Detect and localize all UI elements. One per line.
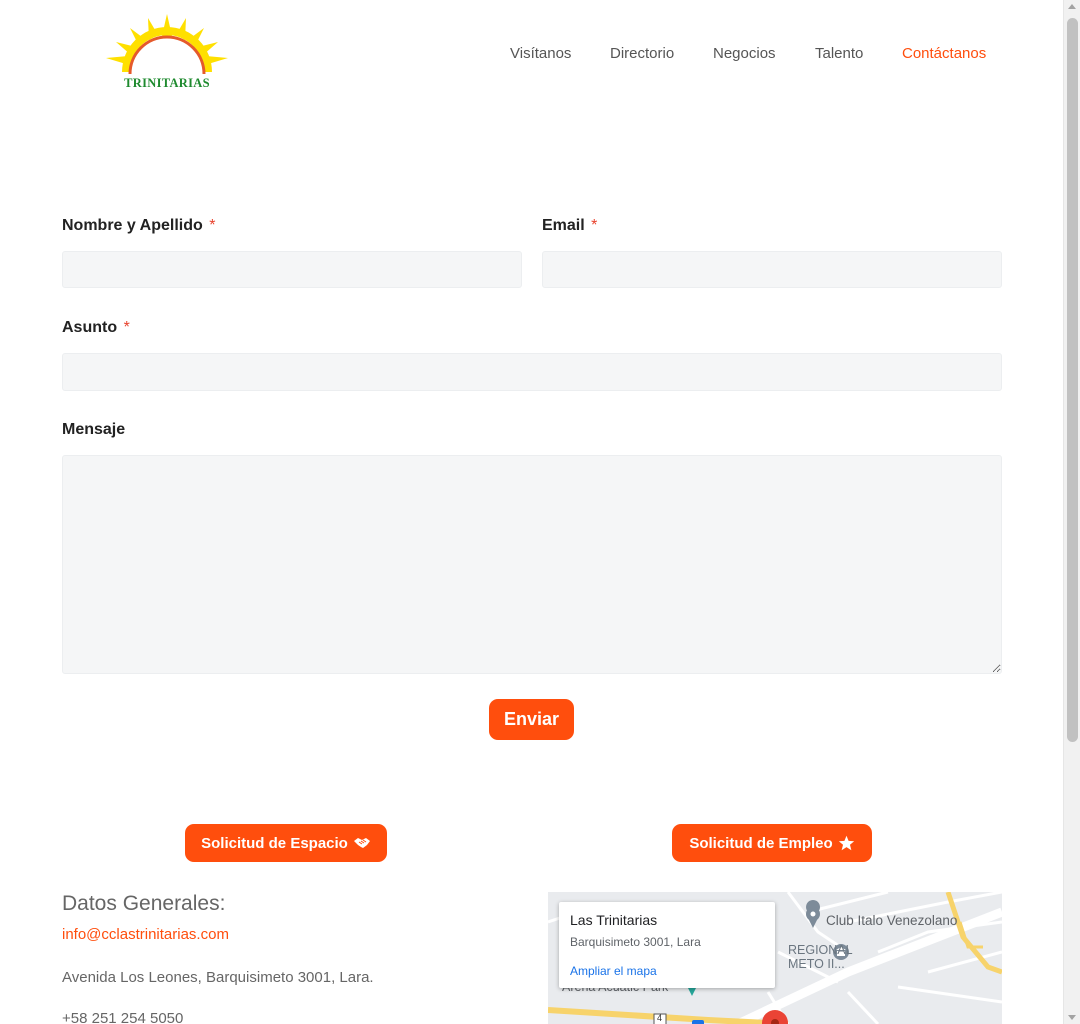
star-icon (838, 835, 854, 851)
solicitud-espacio-label: Solicitud de Espacio (201, 834, 348, 852)
email-field[interactable] (542, 251, 1002, 288)
submit-button[interactable]: Enviar (489, 699, 574, 740)
nav-item-contactanos[interactable]: Contáctanos (902, 45, 986, 62)
map-poi-regional-line2: METO II... (788, 957, 845, 971)
scroll-up-arrow-icon[interactable] (1068, 4, 1076, 9)
scrollbar-thumb[interactable] (1067, 18, 1078, 742)
map-expand-link[interactable]: Ampliar el mapa (570, 964, 657, 978)
map-road-number: 4 (657, 1013, 663, 1023)
solicitud-espacio-button[interactable]: Solicitud de Espacio (185, 824, 387, 862)
message-label: Mensaje (62, 421, 125, 439)
map-poi-club[interactable]: Club Italo Venezolano (826, 913, 957, 928)
sun-logo-icon (106, 14, 228, 75)
required-mark: * (123, 319, 130, 336)
submit-button-label: Enviar (503, 709, 560, 729)
subject-field[interactable] (62, 353, 1002, 391)
message-textarea[interactable] (62, 455, 1002, 674)
subject-label: Asunto * (62, 319, 130, 337)
site-logo[interactable]: TRINITARIAS (100, 14, 234, 94)
subject-label-text: Asunto (62, 319, 118, 336)
info-email-link[interactable]: info@cclastrinitarias.com (62, 926, 229, 943)
solicitud-empleo-label: Solicitud de Empleo (689, 834, 833, 852)
name-field[interactable] (62, 251, 522, 288)
map-place-address: Barquisimeto 3001, Lara (570, 935, 701, 949)
logo-text: TRINITARIAS (124, 76, 210, 90)
email-label: Email * (542, 217, 597, 235)
nav-item-negocios[interactable]: Negocios (713, 45, 776, 62)
map-place-name: Las Trinitarias (570, 912, 658, 928)
nav-item-visitanos[interactable]: Visítanos (510, 45, 571, 62)
required-mark: * (209, 217, 216, 234)
required-mark: * (591, 217, 598, 234)
info-title: Datos Generales: (62, 892, 226, 915)
email-label-text: Email (542, 217, 585, 234)
map-poi-regional-line1: REGIONAL (788, 943, 853, 957)
name-label: Nombre y Apellido * (62, 217, 215, 235)
name-label-text: Nombre y Apellido (62, 217, 203, 234)
info-address: Avenida Los Leones, Barquisimeto 3001, L… (62, 969, 374, 986)
handshake-icon (353, 838, 370, 848)
page-scrollbar[interactable] (1063, 0, 1080, 1024)
message-label-text: Mensaje (62, 421, 126, 438)
nav-item-directorio[interactable]: Directorio (610, 45, 674, 62)
nav-item-talento[interactable]: Talento (815, 45, 863, 62)
solicitud-empleo-button[interactable]: Solicitud de Empleo (672, 824, 872, 862)
map-info-card: Las Trinitarias Barquisimeto 3001, Lara … (559, 902, 775, 988)
scroll-down-arrow-icon[interactable] (1068, 1015, 1076, 1020)
info-phone: +58 251 254 5050 (62, 1010, 184, 1024)
